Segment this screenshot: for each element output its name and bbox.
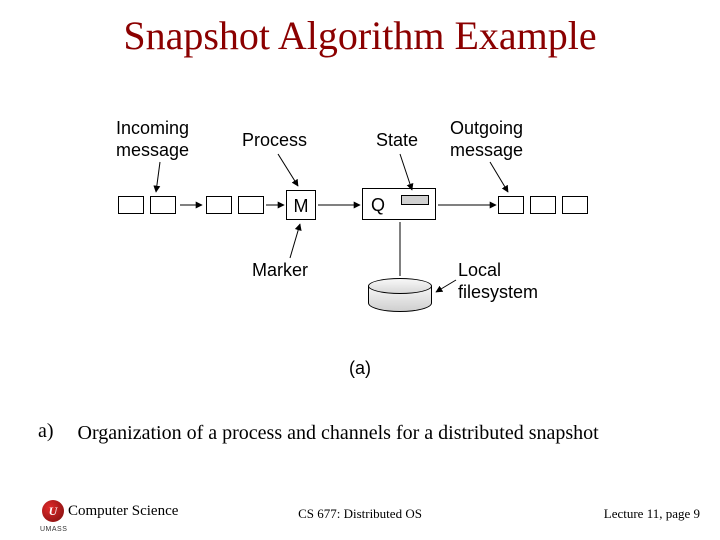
slide-title: Snapshot Algorithm Example — [0, 12, 720, 59]
diagram: Incoming message Process State Outgoing … — [110, 120, 610, 380]
caption-letter: a) — [38, 420, 54, 446]
caption: a) Organization of a process and channel… — [38, 420, 680, 446]
subfigure-label: (a) — [110, 358, 610, 379]
footer-lecture: Lecture 11, page 9 — [604, 506, 700, 522]
umass-sub: UMASS — [40, 526, 67, 533]
caption-text: Organization of a process and channels f… — [78, 420, 680, 446]
diagram-arrows — [110, 120, 610, 380]
